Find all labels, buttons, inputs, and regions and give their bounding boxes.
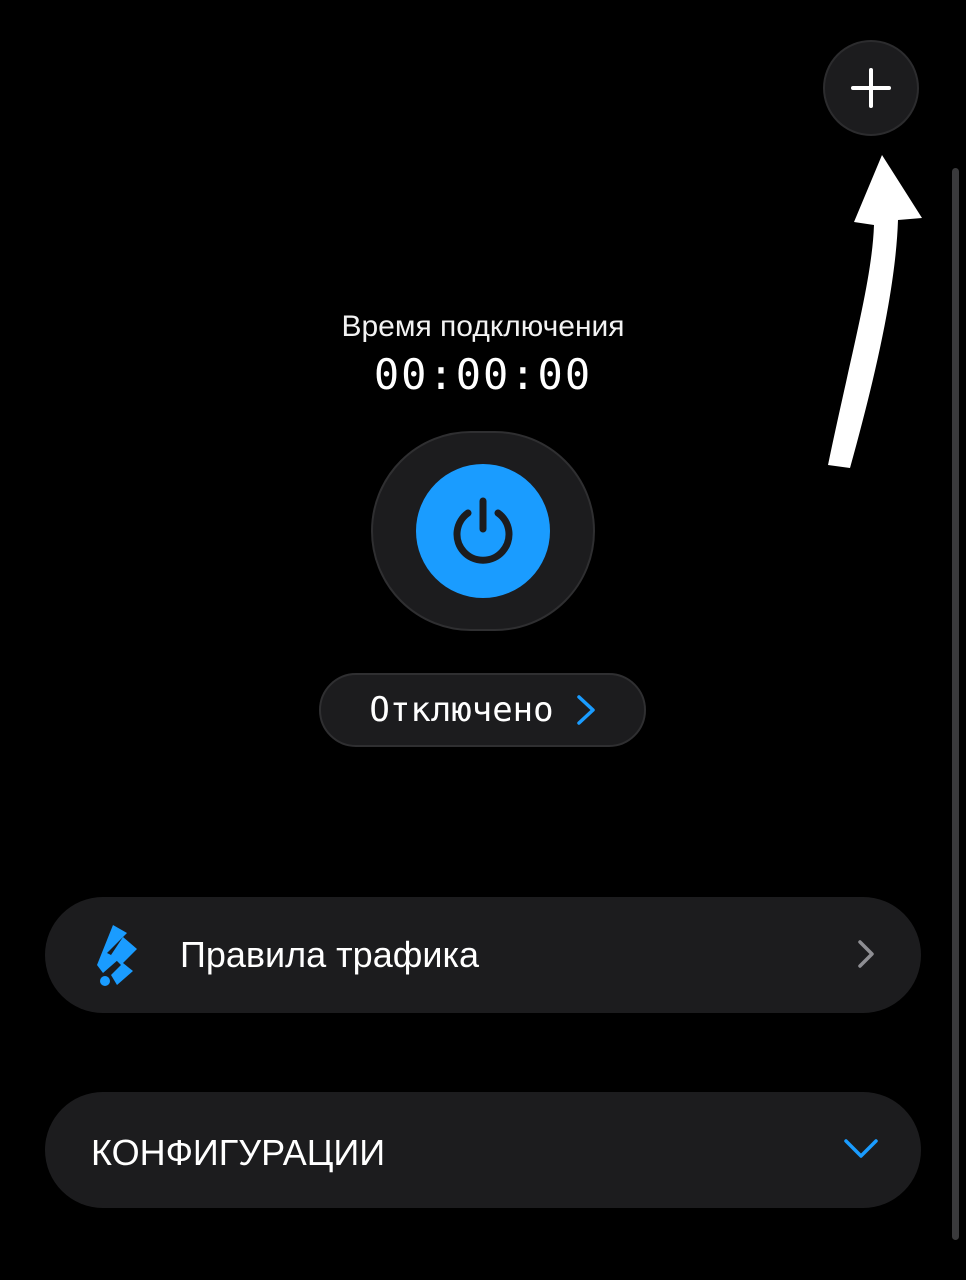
chevron-right-icon [858,940,874,968]
connection-status-label: Отключено [369,690,554,730]
connection-time-label: Время подключения [341,310,625,343]
configurations-label: КОНФИГУРАЦИИ [91,1132,386,1173]
chevron-right-icon [576,695,595,725]
power-button-container [371,431,595,631]
add-config-button[interactable] [823,40,919,136]
power-button[interactable] [416,464,550,598]
traffic-rules-icon [97,925,137,986]
plus-icon [851,68,891,108]
traffic-rules-label: Правила трафика [180,934,480,975]
power-icon [453,497,513,564]
chevron-down-icon [844,1139,878,1158]
traffic-rules-row[interactable]: Правила трафика [45,897,921,1013]
configurations-section[interactable]: КОНФИГУРАЦИИ [45,1092,921,1208]
connection-time-value: 00:00:00 [373,350,593,399]
connection-status-button[interactable]: Отключено [319,673,646,747]
